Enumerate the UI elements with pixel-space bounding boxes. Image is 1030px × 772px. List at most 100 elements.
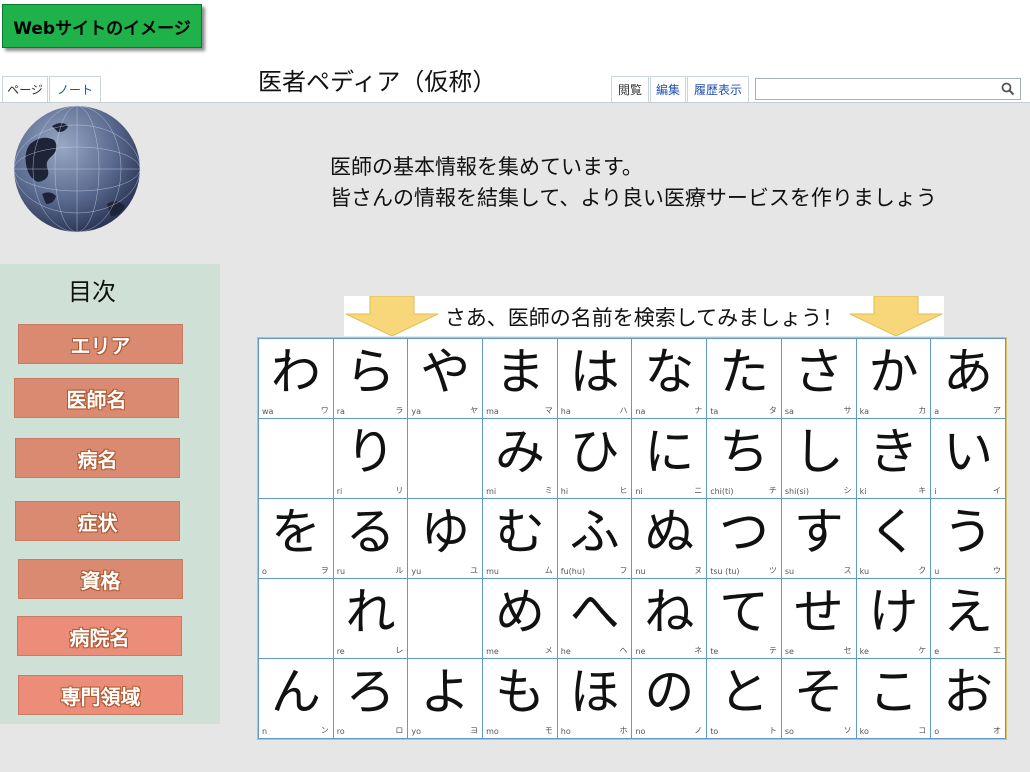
kana-cell[interactable]: は ha ハ: [557, 339, 632, 418]
kana-character: き: [868, 423, 919, 481]
kana-cell[interactable]: をo ヲ: [259, 499, 333, 578]
kana-cell[interactable]: る ru ル: [333, 499, 408, 578]
kana-cell[interactable]: ら ra ラ: [333, 339, 408, 418]
kana-character: め: [494, 583, 545, 641]
kana-cell[interactable]: む mu ム: [483, 499, 557, 578]
kana-katakana: ネ: [694, 646, 703, 655]
tab-history[interactable]: 履歴表示: [687, 76, 749, 102]
kana-character: や: [420, 343, 471, 401]
kana-cell[interactable]: いi イ: [931, 419, 1005, 498]
kana-katakana: ム: [544, 566, 553, 575]
kana-cell[interactable]: うu ウ: [931, 499, 1005, 578]
kana-character: み: [494, 423, 545, 481]
search-icon[interactable]: [1001, 82, 1015, 96]
kana-cell[interactable]: れ re レ: [333, 579, 408, 658]
tab-note[interactable]: ノート: [49, 76, 101, 102]
kana-cell[interactable]: あa ア: [931, 339, 1005, 418]
kana-romaji: me: [486, 647, 499, 656]
kana-romaji: ro: [336, 727, 345, 736]
tab-page[interactable]: ページ: [2, 76, 48, 102]
toc-button-hospital[interactable]: 病院名: [17, 616, 182, 656]
kana-katakana: チ: [768, 486, 777, 495]
kana-cell[interactable]: な na ナ: [632, 339, 707, 418]
toc-button-specialty[interactable]: 専門領域: [18, 675, 183, 715]
kana-katakana: ヘ: [619, 646, 628, 655]
kana-cell[interactable]: と to ト: [707, 659, 781, 738]
tab-page-label: ページ: [7, 83, 43, 97]
kana-cell[interactable]: み mi ミ: [483, 419, 557, 498]
kana-cell[interactable]: ま ma マ: [483, 339, 557, 418]
toc-button-label: エリア: [70, 333, 131, 358]
kana-cell[interactable]: り ri リ: [333, 419, 408, 498]
website-image-badge: Webサイトのイメージ: [2, 4, 202, 48]
kana-cell[interactable]: よ yo ヨ: [408, 659, 483, 738]
kana-cell[interactable]: えe エ: [931, 579, 1005, 658]
globe-logo[interactable]: [12, 104, 142, 234]
intro-line-1: 医師の基本情報を集めています。: [330, 155, 643, 179]
toc-button-area[interactable]: エリア: [18, 324, 183, 364]
kana-cell[interactable]: も mo モ: [483, 659, 557, 738]
kana-cell[interactable]: ち chi(ti) チ: [707, 419, 781, 498]
kana-cell[interactable]: せ se セ: [781, 579, 856, 658]
kana-cell[interactable]: ろ ro ロ: [333, 659, 408, 738]
kana-cell[interactable]: き ki キ: [856, 419, 931, 498]
kana-cell[interactable]: の no ノ: [632, 659, 707, 738]
kana-katakana: ニ: [694, 486, 703, 495]
kana-romaji: he: [560, 647, 571, 656]
kana-romaji: ku: [859, 567, 870, 576]
kana-character: り: [345, 423, 396, 481]
kana-cell[interactable]: ふ fu(hu) フ: [557, 499, 632, 578]
kana-character: う: [943, 503, 994, 561]
kana-romaji: ka: [859, 407, 869, 416]
kana-cell[interactable]: こ ko コ: [856, 659, 931, 738]
kana-romaji: ya: [411, 407, 422, 416]
kana-romaji: ke: [859, 647, 869, 656]
kana-cell[interactable]: く ku ク: [856, 499, 931, 578]
kana-katakana: キ: [918, 486, 927, 495]
tab-read[interactable]: 閲覧: [611, 76, 649, 102]
toc-button-doctor-name[interactable]: 医師名: [14, 378, 179, 418]
kana-character: お: [943, 663, 994, 721]
kana-cell[interactable]: に ni ニ: [632, 419, 707, 498]
kana-cell[interactable]: ゆ yu ユ: [408, 499, 483, 578]
toc-button-label: 病名: [77, 447, 118, 472]
kana-cell[interactable]: そ so ソ: [781, 659, 856, 738]
kana-character: す: [793, 503, 844, 561]
kana-cell[interactable]: ね ne ネ: [632, 579, 707, 658]
kana-cell[interactable]: め me メ: [483, 579, 557, 658]
kana-cell[interactable]: ぬ nu ヌ: [632, 499, 707, 578]
kana-cell[interactable]: わ wa ワ: [259, 339, 333, 418]
toc-button-qualification[interactable]: 資格: [18, 559, 183, 599]
kana-cell[interactable]: ひ hi ヒ: [557, 419, 632, 498]
kana-cell[interactable]: し shi(si) シ: [781, 419, 856, 498]
kana-romaji: u: [934, 567, 940, 576]
kana-katakana: ノ: [694, 726, 703, 735]
kana-romaji: shi(si): [784, 487, 809, 496]
page-title: 医者ペディア（仮称）: [258, 68, 497, 96]
kana-cell[interactable]: さ sa サ: [781, 339, 856, 418]
toc-button-disease[interactable]: 病名: [15, 438, 180, 478]
kana-cell[interactable]: す su ス: [781, 499, 856, 578]
kana-katakana: ユ: [470, 566, 479, 575]
kana-katakana: ケ: [918, 646, 927, 655]
search-box: [755, 78, 1021, 100]
kana-cell[interactable]: か ka カ: [856, 339, 931, 418]
kana-cell[interactable]: ほ ho ホ: [557, 659, 632, 738]
kana-cell[interactable]: た ta タ: [707, 339, 781, 418]
kana-cell[interactable]: んn ン: [259, 659, 333, 738]
kana-katakana: ヤ: [470, 406, 479, 415]
banner-text: さあ、医師の名前を検索してみましょう！: [444, 306, 844, 330]
kana-cell[interactable]: け ke ケ: [856, 579, 931, 658]
search-input[interactable]: [760, 80, 1000, 100]
kana-romaji: re: [336, 647, 345, 656]
kana-cell[interactable]: おo オ: [931, 659, 1005, 738]
kana-cell[interactable]: て te テ: [707, 579, 781, 658]
kana-cell[interactable]: や ya ヤ: [408, 339, 483, 418]
tab-edit[interactable]: 編集: [650, 76, 686, 102]
kana-character: ろ: [345, 663, 396, 721]
kana-cell[interactable]: つ tsu (tu) ツ: [707, 499, 781, 578]
kana-character: せ: [793, 583, 844, 641]
toc-button-symptom[interactable]: 症状: [15, 501, 180, 541]
kana-cell[interactable]: へ he ヘ: [557, 579, 632, 658]
kana-katakana: ミ: [544, 486, 553, 495]
